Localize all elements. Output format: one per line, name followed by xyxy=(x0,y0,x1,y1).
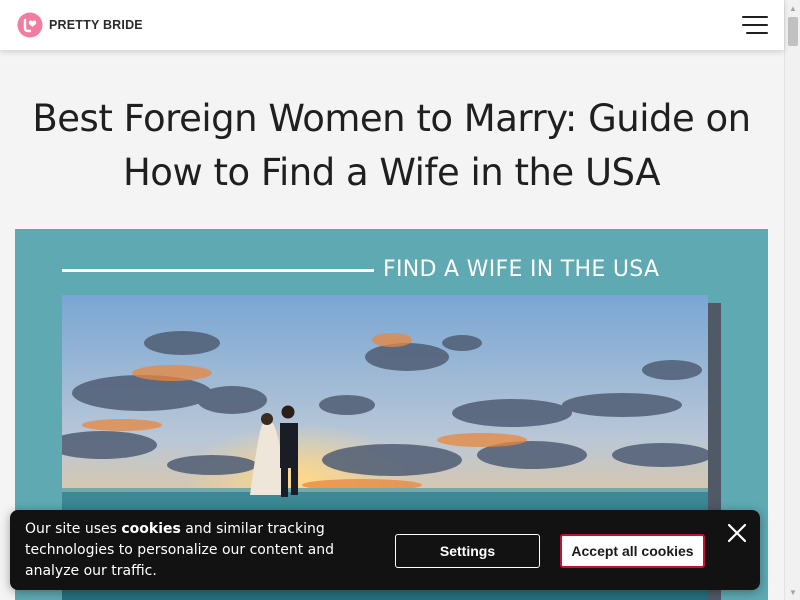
scroll-thumb[interactable] xyxy=(788,17,798,46)
page-scrollbar[interactable]: ▲ ▼ xyxy=(784,0,800,600)
scroll-up-icon[interactable]: ▲ xyxy=(785,0,800,16)
hero-caption: FIND A WIFE IN THE USA xyxy=(383,257,660,282)
brand-link[interactable]: PRETTY BRIDE xyxy=(17,12,143,38)
brand-name: PRETTY BRIDE xyxy=(49,18,143,32)
cookie-message: Our site uses cookies and similar tracki… xyxy=(25,519,345,582)
heart-badge-icon xyxy=(17,12,43,38)
hero-divider-line xyxy=(62,269,374,272)
hamburger-menu-icon[interactable] xyxy=(742,16,768,34)
cookie-text-start: Our site uses xyxy=(25,521,122,537)
scroll-down-icon[interactable]: ▼ xyxy=(785,584,800,600)
cookie-text-bold: cookies xyxy=(121,521,181,537)
close-icon[interactable] xyxy=(726,522,748,544)
cookie-banner: Our site uses cookies and similar tracki… xyxy=(10,510,760,590)
cookie-settings-button[interactable]: Settings xyxy=(395,534,540,568)
accept-all-cookies-button[interactable]: Accept all cookies xyxy=(560,534,705,568)
site-header: PRETTY BRIDE xyxy=(0,0,784,50)
page-title: Best Foreign Women to Marry: Guide on Ho… xyxy=(32,97,751,194)
